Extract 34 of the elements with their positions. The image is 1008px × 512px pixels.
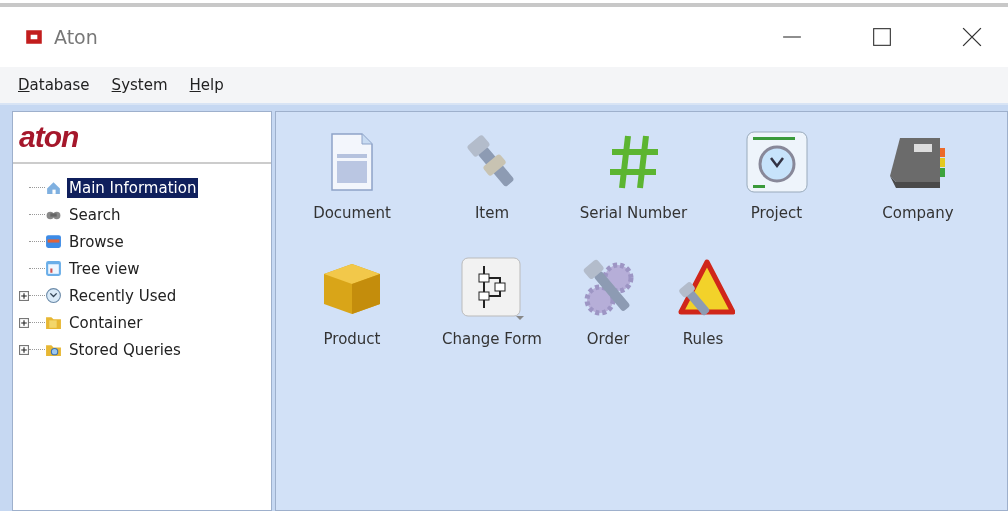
menu-item[interactable]: Help xyxy=(189,76,224,94)
tree-item[interactable]: Container xyxy=(67,312,145,333)
clock-icon[interactable] xyxy=(744,130,809,194)
tile-label[interactable]: Company xyxy=(882,204,954,222)
clock-icon xyxy=(45,287,62,304)
tree-item[interactable]: Tree view xyxy=(67,258,142,279)
tree-item[interactable]: Search xyxy=(67,204,123,225)
tile-label[interactable]: Document xyxy=(313,204,391,222)
tile-label[interactable]: Item xyxy=(474,204,510,222)
tile-label[interactable]: Project xyxy=(750,204,803,222)
tree-item[interactable]: Browse xyxy=(67,231,126,252)
browser-icon xyxy=(45,233,62,250)
maximize-icon[interactable] xyxy=(872,27,892,47)
home-icon xyxy=(45,179,62,196)
expand-icon[interactable] xyxy=(19,317,29,328)
chart-icon xyxy=(45,260,62,277)
window-title: Aton xyxy=(54,26,98,48)
expand-icon[interactable] xyxy=(19,344,29,355)
tree-item[interactable]: Main Information xyxy=(67,177,199,198)
tree-item[interactable]: Stored Queries xyxy=(67,339,183,360)
expand-icon[interactable] xyxy=(19,290,29,301)
app-logo-icon xyxy=(24,29,44,45)
tile-label[interactable]: Product xyxy=(323,330,381,348)
flowchart-icon[interactable] xyxy=(460,256,524,320)
menu-item[interactable]: System xyxy=(111,76,168,94)
menu-item[interactable]: Database xyxy=(18,76,90,94)
logo: aton xyxy=(19,120,79,154)
tile-label[interactable]: Serial Number xyxy=(579,204,688,222)
close-icon[interactable] xyxy=(962,27,982,47)
folder-icon xyxy=(45,314,62,331)
tile-label[interactable]: Order xyxy=(586,330,630,348)
tile-label[interactable]: Change Form xyxy=(442,330,542,348)
tile-label[interactable]: Rules xyxy=(682,330,724,348)
tree-item[interactable]: Recently Used xyxy=(67,285,179,306)
